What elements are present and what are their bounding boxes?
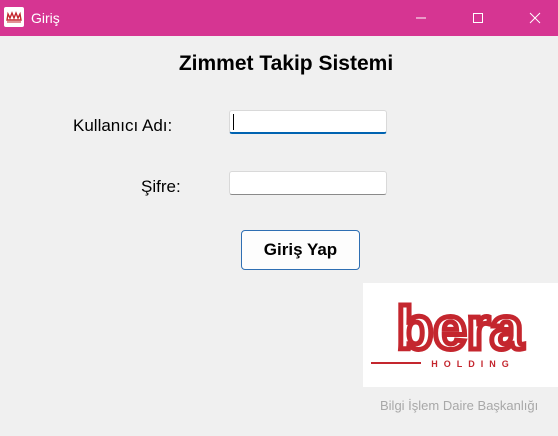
logo-wordmark: bera <box>397 295 524 362</box>
maximize-button[interactable] <box>455 0 501 36</box>
text-caret <box>233 114 234 130</box>
minimize-button[interactable] <box>398 0 444 36</box>
maximize-icon <box>473 13 483 23</box>
app-logo-icon <box>4 7 24 27</box>
password-field[interactable] <box>229 171 387 195</box>
username-label: Kullanıcı Adı: <box>73 116 173 135</box>
login-button[interactable]: Giriş Yap <box>241 230 360 270</box>
department-footer: Bilgi İşlem Daire Başkanlığı <box>380 398 539 413</box>
window-title: Giriş <box>31 10 60 26</box>
company-logo: bera HOLDING <box>363 283 558 387</box>
close-icon <box>529 12 541 24</box>
username-field[interactable] <box>229 110 387 134</box>
password-label: Şifre: <box>141 177 181 196</box>
title-bar: Giriş <box>0 0 558 36</box>
logo-subtext: HOLDING <box>431 359 515 369</box>
minimize-icon <box>416 17 426 19</box>
page-title: Zimmet Takip Sistemi <box>178 52 394 75</box>
close-button[interactable] <box>512 0 558 36</box>
